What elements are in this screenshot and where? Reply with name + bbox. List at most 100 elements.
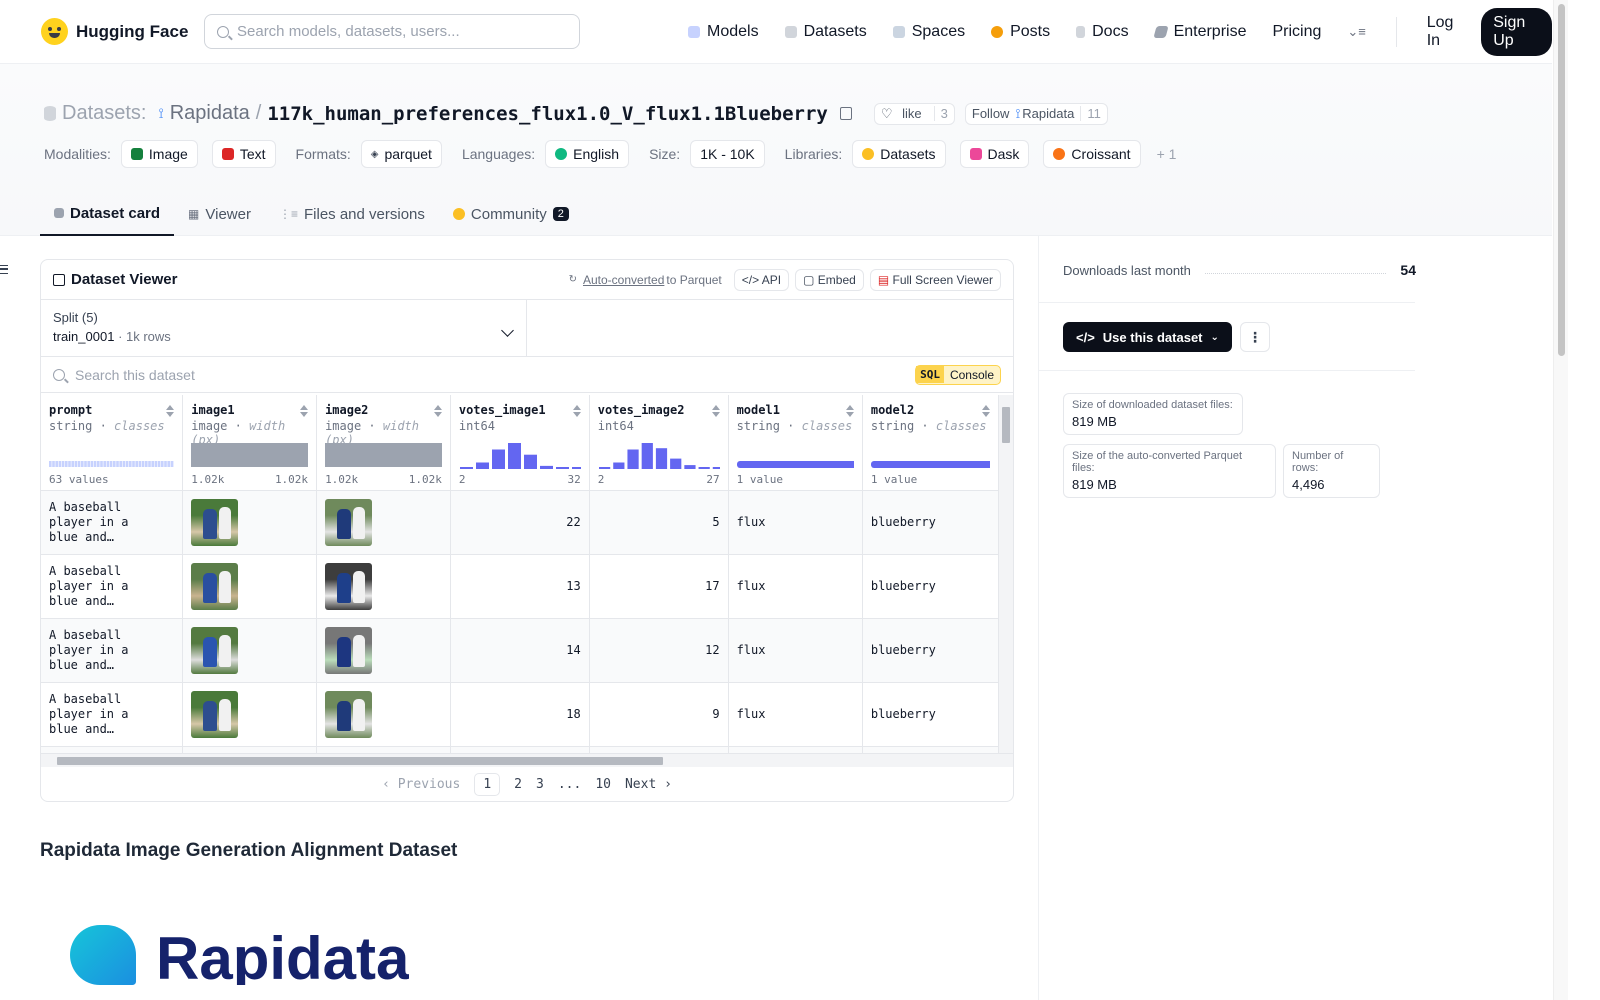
cell-image1[interactable]	[182, 618, 318, 683]
image-thumbnail[interactable]	[191, 626, 239, 674]
api-button[interactable]: </> API	[733, 268, 790, 291]
more-options-button[interactable]: ⋮	[1240, 322, 1270, 352]
column-header-5[interactable]: model1 string · classes 1 value	[728, 395, 865, 491]
nav-spaces[interactable]: Spaces	[892, 23, 965, 41]
cell-votes-image1[interactable]: 14	[450, 618, 590, 683]
cell-model1[interactable]: flux	[728, 490, 863, 555]
tag-text[interactable]: Text	[211, 140, 276, 168]
cell-model2[interactable]: blueberry	[862, 682, 999, 747]
tag-parquet[interactable]: ◈ parquet	[360, 140, 442, 168]
table-row[interactable]: A baseball player in a blue and… 18 9 flux b…	[41, 682, 999, 747]
cell-prompt[interactable]: A baseball player in a blue and…	[41, 682, 184, 747]
image-thumbnail[interactable]	[325, 562, 373, 610]
image-thumbnail[interactable]	[325, 626, 373, 674]
histogram-bar[interactable]	[641, 443, 653, 469]
column-header-6[interactable]: model2 string · classes 1 value	[862, 395, 999, 491]
tag-image[interactable]: Image	[120, 140, 198, 168]
table-row[interactable]	[41, 746, 999, 753]
cell-votes-image2[interactable]: 9	[589, 682, 729, 747]
use-dataset-button[interactable]: </> Use this dataset ⌄	[1063, 322, 1232, 352]
histogram-bar[interactable]	[571, 467, 585, 469]
vertical-scrollbar[interactable]	[999, 395, 1013, 753]
tag-size[interactable]: 1K - 10K	[690, 140, 765, 168]
histogram-bar[interactable]	[475, 462, 489, 470]
histogram-bar[interactable]	[507, 443, 521, 469]
previous-page-button[interactable]: ‹ Previous	[382, 777, 460, 792]
nav-models[interactable]: Models	[688, 23, 759, 41]
embed-button[interactable]: ▢ Embed	[795, 268, 864, 291]
tag-croissant[interactable]: Croissant	[1043, 140, 1141, 168]
tag-dask[interactable]: Dask	[959, 140, 1030, 168]
global-search-input[interactable]: Search models, datasets, users...	[204, 14, 580, 49]
cell-prompt[interactable]: A baseball player in a blue and…	[41, 618, 184, 683]
cell-votes-image1[interactable]: 18	[450, 682, 590, 747]
cell-image1[interactable]	[182, 490, 318, 555]
cell-votes-image2[interactable]: 17	[589, 554, 729, 619]
toc-menu-icon[interactable]	[0, 265, 8, 274]
sort-icon[interactable]	[300, 405, 309, 417]
cell-prompt[interactable]: A baseball player in a blue and…	[41, 554, 184, 619]
cell-votes-image1[interactable]: 22	[450, 490, 590, 555]
scroll-thumb[interactable]	[1002, 407, 1010, 443]
tab-dataset-card[interactable]: Dataset card	[40, 192, 175, 236]
cell-image2[interactable]	[316, 554, 451, 619]
tab-community[interactable]: Community 2	[439, 192, 583, 236]
nav-more[interactable]: ⌄≡	[1347, 24, 1365, 40]
more-libraries[interactable]: + 1	[1157, 146, 1177, 162]
histogram-bar[interactable]	[698, 467, 710, 469]
nav-posts[interactable]: Posts	[991, 23, 1050, 41]
column-header-3[interactable]: votes_image1 int64 2 32	[450, 395, 590, 491]
dataset-search-input[interactable]: Search this dataset SQL Console	[41, 357, 1013, 393]
page-3-button[interactable]: 3	[536, 777, 544, 792]
cell-image2[interactable]	[316, 618, 451, 683]
image-thumbnail[interactable]	[325, 498, 373, 546]
section-label[interactable]: Datasets:	[62, 102, 146, 125]
page-2-button[interactable]: 2	[514, 777, 522, 792]
cell-model1[interactable]: flux	[728, 618, 863, 683]
sql-console-button[interactable]: SQL Console	[915, 364, 1001, 385]
table-row[interactable]: A baseball player in a blue and… 13 17 flux…	[41, 554, 999, 619]
histogram-bar[interactable]	[684, 465, 696, 469]
next-page-button[interactable]: Next ›	[625, 777, 672, 792]
sort-icon[interactable]	[711, 405, 720, 417]
image-thumbnail[interactable]	[191, 562, 239, 610]
histogram-bar[interactable]	[491, 449, 505, 470]
horizontal-scrollbar[interactable]	[41, 753, 1013, 767]
page-scrollbar[interactable]	[1553, 0, 1568, 1000]
cell-votes-image2[interactable]: 5	[589, 490, 729, 555]
histogram-bar[interactable]	[555, 467, 569, 469]
histogram-bar[interactable]	[523, 454, 537, 469]
tag-english[interactable]: English	[545, 140, 630, 168]
auto-converted-link[interactable]: Auto-converted	[583, 273, 664, 287]
cell-prompt[interactable]: A baseball player in a blue and…	[41, 490, 184, 555]
full-screen-button[interactable]: ▤ Full Screen Viewer	[869, 268, 1001, 291]
tag-datasets[interactable]: Datasets	[852, 140, 946, 168]
page-10-button[interactable]: 10	[595, 777, 611, 792]
histogram-bar[interactable]	[712, 467, 724, 469]
page-1-button[interactable]: 1	[474, 772, 501, 796]
cell-image1[interactable]	[182, 682, 318, 747]
cell-model2[interactable]: blueberry	[862, 490, 999, 555]
column-header-2[interactable]: image2 image · width (px) 1.02k 1.02k	[316, 395, 454, 491]
signup-button[interactable]: Sign Up	[1481, 8, 1553, 56]
sort-icon[interactable]	[166, 405, 175, 417]
histogram-bar[interactable]	[539, 465, 553, 469]
cell-votes-image1[interactable]: 13	[450, 554, 590, 619]
histogram-bar[interactable]	[669, 458, 682, 469]
tab-viewer[interactable]: ▦ Viewer	[174, 192, 265, 236]
nav-docs[interactable]: Docs	[1076, 23, 1129, 41]
class-bar[interactable]	[736, 461, 865, 468]
histogram-bar[interactable]	[612, 462, 625, 470]
nav-enterprise[interactable]: Enterprise	[1152, 23, 1246, 41]
image-thumbnail[interactable]	[191, 498, 239, 546]
cell-image2[interactable]	[316, 682, 451, 747]
scroll-thumb[interactable]	[57, 757, 663, 765]
dataset-name[interactable]: 117k_human_preferences_flux1.0_V_flux1.1…	[267, 103, 828, 125]
nav-datasets[interactable]: Datasets	[784, 23, 867, 41]
cell-model2[interactable]: blueberry	[862, 554, 999, 619]
column-header-4[interactable]: votes_image2 int64 2 27	[589, 395, 729, 491]
cell-model1[interactable]: flux	[728, 554, 863, 619]
histogram-bar[interactable]	[655, 448, 667, 469]
sort-icon[interactable]	[982, 405, 990, 417]
table-row[interactable]: A baseball player in a blue and… 14 12 flux…	[41, 618, 999, 683]
